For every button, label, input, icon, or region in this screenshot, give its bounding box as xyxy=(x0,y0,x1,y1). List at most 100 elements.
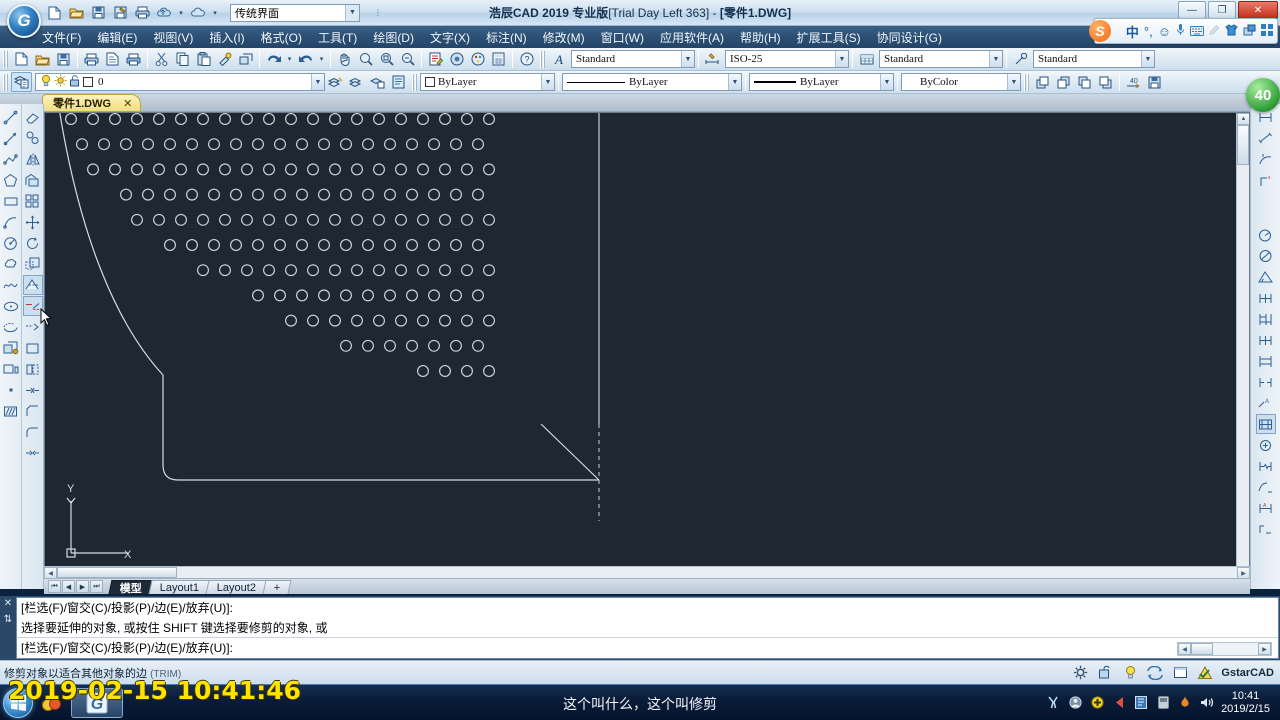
document-tab[interactable]: 零件1.DWG ✕ xyxy=(42,94,142,111)
taskbar-clock[interactable]: 10:41 2019/2/15 xyxy=(1221,690,1276,716)
circle-icon[interactable] xyxy=(1,233,21,253)
menu-file[interactable]: 文件(F) xyxy=(34,26,89,49)
inspect-icon[interactable] xyxy=(1256,435,1276,455)
menu-modify[interactable]: 修改(M) xyxy=(535,26,593,49)
trim-icon[interactable] xyxy=(22,275,43,295)
mleader-style-selector[interactable]: Standard ▼ xyxy=(1033,50,1155,68)
join-icon[interactable] xyxy=(23,380,43,400)
linetype-selector[interactable]: ByLayer ▼ xyxy=(562,73,742,91)
table-style-selector[interactable]: Standard ▼ xyxy=(879,50,1003,68)
pin-icon[interactable]: ⇅ xyxy=(4,614,12,625)
layer-selector[interactable]: 0 ▼ xyxy=(35,73,325,91)
scroll-up-icon[interactable]: ▲ xyxy=(1237,113,1249,125)
tab-prev-icon[interactable]: ◀ xyxy=(62,580,75,593)
close-icon[interactable]: ✕ xyxy=(123,97,132,110)
tab-first-icon[interactable]: ⏮ xyxy=(48,580,61,593)
explode-icon[interactable] xyxy=(23,443,43,463)
tab-last-icon[interactable]: ⏭ xyxy=(90,580,103,593)
tool-palette-icon[interactable] xyxy=(467,49,488,69)
polygon-icon[interactable] xyxy=(1,170,21,190)
chevron-down-icon[interactable]: ▼ xyxy=(345,4,359,21)
annotation-visibility-icon[interactable] xyxy=(1196,664,1214,682)
layout-tab-model[interactable]: 模型 xyxy=(108,579,154,594)
bring-to-front-icon[interactable] xyxy=(1032,72,1053,92)
zoom-previous-icon[interactable] xyxy=(397,49,418,69)
ime-mode-label[interactable]: 中 xyxy=(1126,22,1139,41)
toolbar-grip[interactable] xyxy=(3,50,8,68)
aligned-dimension-icon[interactable] xyxy=(1256,128,1276,148)
menu-format[interactable]: 格式(O) xyxy=(253,26,310,49)
chamfer-icon[interactable] xyxy=(23,401,43,421)
gstarcad-taskbar-button[interactable]: G xyxy=(71,687,123,718)
menu-view[interactable]: 视图(V) xyxy=(145,26,201,49)
cloud-download-icon[interactable] xyxy=(188,3,208,23)
plotstyle-selector[interactable]: ByColor ▼ xyxy=(901,73,1021,91)
viewport-icon[interactable] xyxy=(1171,664,1189,682)
update-icon[interactable] xyxy=(1089,695,1105,711)
array-icon[interactable] xyxy=(23,191,43,211)
layout-tab-add[interactable]: + xyxy=(262,579,293,594)
send-to-back-icon[interactable] xyxy=(1053,72,1074,92)
break-icon[interactable] xyxy=(23,359,43,379)
ellipse-icon[interactable] xyxy=(1,296,21,316)
ordinate-dimension-icon[interactable]: x xyxy=(1256,170,1276,190)
layer-previous-icon[interactable] xyxy=(346,72,367,92)
table-style-icon[interactable] xyxy=(856,49,877,69)
arc-length-dimension-icon[interactable] xyxy=(1256,149,1276,169)
copy-icon[interactable] xyxy=(172,49,193,69)
skin-icon[interactable] xyxy=(1225,23,1238,39)
design-center-icon[interactable] xyxy=(446,49,467,69)
hatch-icon[interactable] xyxy=(1,401,21,421)
menu-insert[interactable]: 插入(I) xyxy=(201,26,252,49)
baseline-dimension-icon[interactable] xyxy=(1256,309,1276,329)
menu-help[interactable]: 帮助(H) xyxy=(732,26,789,49)
settings-gear-icon[interactable] xyxy=(1071,664,1089,682)
annotation-scale-icon[interactable]: 40 xyxy=(1123,72,1144,92)
command-history[interactable]: [栏选(F)/窗交(C)/投影(P)/边(E)/放弃(U)]: 选择要延伸的对象… xyxy=(16,597,1279,659)
sogou-logo-icon[interactable]: S xyxy=(1088,20,1111,42)
center-mark-icon[interactable] xyxy=(1255,414,1276,434)
dim-style-icon[interactable] xyxy=(702,49,723,69)
offset-icon[interactable] xyxy=(23,170,43,190)
plot-icon[interactable] xyxy=(81,49,102,69)
volume-icon[interactable] xyxy=(1199,695,1215,711)
cut-icon[interactable] xyxy=(151,49,172,69)
erase-icon[interactable] xyxy=(23,107,43,127)
microphone-icon[interactable] xyxy=(1176,23,1185,39)
scale-icon[interactable] xyxy=(23,254,43,274)
send-under-object-icon[interactable] xyxy=(1095,72,1116,92)
spline-icon[interactable] xyxy=(1,275,21,295)
dim-edit-icon[interactable] xyxy=(1256,477,1276,497)
ray-icon[interactable] xyxy=(1,128,21,148)
menu-edit[interactable]: 编辑(E) xyxy=(89,26,145,49)
toolbar-grip[interactable] xyxy=(412,73,417,91)
publish-icon[interactable] xyxy=(123,49,144,69)
text-style-selector[interactable]: Standard ▼ xyxy=(571,50,695,68)
menu-dimension[interactable]: 标注(N) xyxy=(478,26,535,49)
continue-dimension-icon[interactable] xyxy=(1256,330,1276,350)
calculator-icon[interactable] xyxy=(488,49,509,69)
media-player-icon[interactable] xyxy=(37,688,67,718)
diameter-dimension-icon[interactable] xyxy=(1256,246,1276,266)
minimize-button[interactable]: — xyxy=(1178,1,1206,19)
ellipse-arc-icon[interactable] xyxy=(1,317,21,337)
jogged-linear-icon[interactable] xyxy=(1256,456,1276,476)
insert-block-icon[interactable] xyxy=(1,338,21,358)
chevron-down-icon[interactable]: ▼ xyxy=(1141,51,1154,67)
chevron-down-icon[interactable]: ▼ xyxy=(311,74,324,90)
mleader-style-icon[interactable] xyxy=(1010,49,1031,69)
media-play-icon[interactable] xyxy=(1111,695,1127,711)
polyline-icon[interactable] xyxy=(1,149,21,169)
application-menu-orb[interactable]: G xyxy=(7,4,41,38)
object-color-selector[interactable]: ByLayer ▼ xyxy=(420,73,555,91)
move-icon[interactable] xyxy=(23,212,43,232)
open-folder-icon[interactable] xyxy=(66,3,86,23)
horizontal-scroll-thumb[interactable] xyxy=(57,567,177,578)
close-button[interactable]: ✕ xyxy=(1238,1,1278,19)
fillet-icon[interactable] xyxy=(23,422,43,442)
menu-draw[interactable]: 绘图(D) xyxy=(365,26,422,49)
undo-dropdown-icon[interactable]: ▾ xyxy=(284,49,295,69)
ime-punct-label[interactable]: °, xyxy=(1144,24,1153,39)
chevron-down-icon[interactable]: ▼ xyxy=(681,51,694,67)
zoom-realtime-icon[interactable] xyxy=(355,49,376,69)
